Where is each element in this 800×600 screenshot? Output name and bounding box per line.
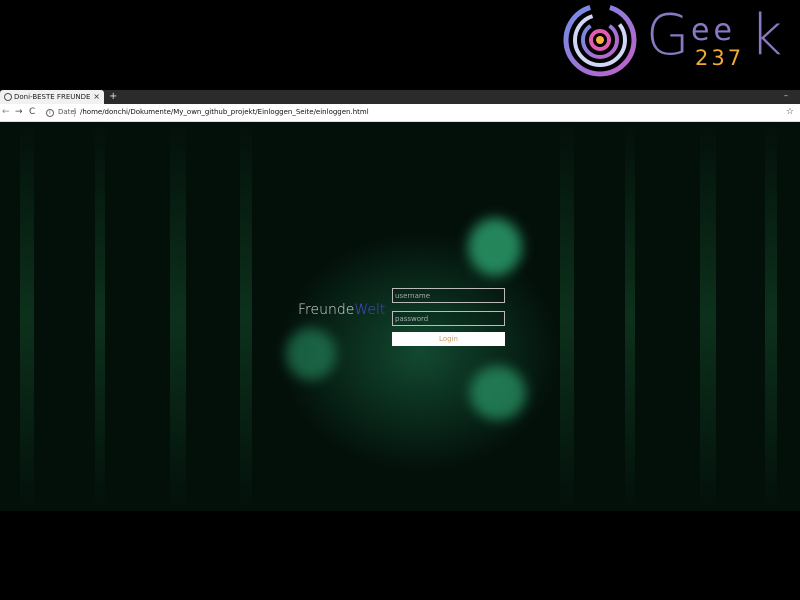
brand-part-1: Freunde — [298, 302, 355, 318]
browser-tab[interactable]: Doni-BESTE FREUNDE × — [0, 90, 104, 104]
geek237-emblem-icon — [563, 3, 637, 77]
password-input[interactable] — [392, 311, 505, 326]
browser-tab-bar: Doni-BESTE FREUNDE × + – — [0, 90, 800, 104]
globe-icon — [4, 93, 12, 101]
brand-part-2: Welt — [354, 302, 386, 318]
matrix-rain-column — [765, 122, 777, 511]
ubuntu-logo-blob — [468, 218, 522, 276]
matrix-rain-column — [625, 122, 635, 511]
logo-letter-k: k — [750, 3, 783, 68]
tab-close-icon[interactable]: × — [93, 90, 100, 104]
page-content: FreundeWelt Login — [0, 122, 800, 511]
matrix-rain-column — [170, 122, 186, 511]
login-button[interactable]: Login — [392, 332, 505, 346]
new-tab-button[interactable]: + — [109, 90, 117, 104]
matrix-rain-column — [95, 122, 105, 511]
browser-toolbar: ← → C i Datei /home/donchi/Dokumente/My_… — [0, 104, 800, 122]
minimize-button[interactable]: – — [784, 90, 788, 102]
screen: G ee 237 k Doni-BESTE FREUNDE × + – ← → … — [0, 0, 800, 600]
ubuntu-logo-blob — [286, 328, 336, 380]
username-input[interactable] — [392, 288, 505, 303]
logo-letter-g: G — [646, 3, 690, 68]
bookmark-star-icon[interactable]: ☆ — [786, 104, 794, 121]
matrix-rain-column — [700, 122, 716, 511]
logo-number: 237 — [695, 46, 745, 70]
matrix-rain-column — [240, 122, 252, 511]
geek237-logo: G ee 237 k — [562, 2, 794, 80]
forward-arrow-icon[interactable]: → — [15, 104, 23, 121]
address-bar[interactable]: /home/donchi/Dokumente/My_own_github_pro… — [80, 104, 369, 121]
logo-letters-ee: ee — [691, 13, 736, 48]
reload-icon[interactable]: C — [29, 104, 35, 121]
info-icon[interactable]: i — [46, 109, 54, 117]
back-arrow-icon[interactable]: ← — [2, 104, 10, 121]
matrix-rain-column — [560, 122, 574, 511]
ubuntu-logo-blob — [470, 366, 526, 420]
matrix-rain-column — [20, 122, 34, 511]
address-divider — [74, 108, 75, 117]
brand-logo: FreundeWelt — [298, 303, 385, 317]
tab-title: Doni-BESTE FREUNDE — [14, 93, 91, 101]
